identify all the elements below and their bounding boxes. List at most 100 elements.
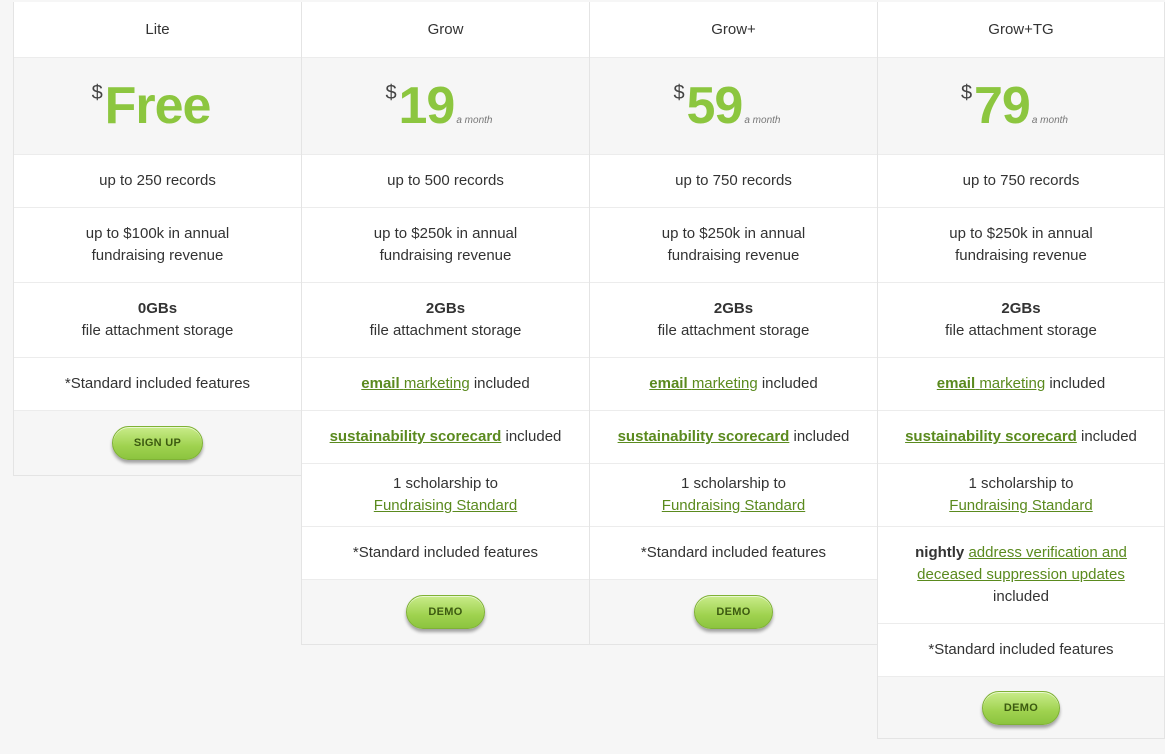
email-marketing: email marketing included	[878, 357, 1164, 410]
revenue-limit: up to $250k in annual fundraising revenu…	[590, 207, 877, 282]
price-amount: Free	[104, 77, 212, 135]
storage-amount: 2GBs	[1001, 300, 1041, 317]
scorecard-link[interactable]: sustainability scorecard	[905, 428, 1077, 445]
scorecard-link[interactable]: sustainability scorecard	[330, 428, 502, 445]
standard-features: *Standard included features	[14, 357, 301, 410]
revenue-line-1: up to $250k in annual	[949, 225, 1093, 242]
price-period: a month	[456, 115, 493, 126]
plan-column-lite: Lite $ Free up to 250 records up to $100…	[13, 2, 302, 476]
demo-button[interactable]: DEMO	[981, 690, 1061, 725]
standard-features: *Standard included features	[590, 526, 877, 579]
currency-symbol: $	[91, 82, 103, 104]
demo-button[interactable]: DEMO	[694, 595, 773, 629]
plan-price: $ Free	[14, 57, 301, 154]
plan-name: Lite	[14, 2, 301, 57]
scholarship: 1 scholarship to Fundraising Standard	[302, 463, 589, 526]
storage-label: file attachment storage	[657, 322, 810, 339]
plan-footer: DEMO	[302, 579, 589, 644]
demo-button[interactable]: DEMO	[406, 595, 485, 629]
email-bold: email	[649, 375, 688, 392]
currency-symbol: $	[961, 82, 973, 104]
price-period: a month	[1031, 115, 1068, 126]
plan-price: $ 79 a month	[878, 57, 1164, 154]
price-amount: 19	[398, 77, 456, 135]
scholarship-text: 1 scholarship to	[392, 475, 499, 492]
storage-amount: 2GBs	[425, 300, 466, 317]
scholarship-text: 1 scholarship to	[968, 475, 1074, 492]
plan-price: $ 19 a month	[302, 57, 589, 154]
scorecard-link-text: sustainability scorecard	[905, 428, 1077, 445]
storage-amount: 2GBs	[713, 300, 754, 317]
nightly-bold: nightly	[915, 544, 965, 561]
sustainability-scorecard: sustainability scorecard included	[590, 410, 877, 463]
email-suffix: included	[469, 375, 530, 392]
storage: 2GBs file attachment storage	[302, 282, 589, 357]
storage: 2GBs file attachment storage	[590, 282, 877, 357]
email-suffix: included	[757, 375, 818, 392]
storage-amount: 0GBs	[137, 300, 178, 317]
revenue-line-2: fundraising revenue	[379, 247, 512, 264]
price-amount: 79	[974, 77, 1031, 135]
scorecard-link-text: sustainability scorecard	[617, 428, 790, 445]
records-limit: up to 250 records	[14, 154, 301, 207]
plan-name: Grow+TG	[878, 2, 1164, 57]
address-verification-link[interactable]: address verification and	[968, 544, 1126, 561]
plan-footer: SIGN UP	[14, 410, 301, 475]
email-marketing-link[interactable]: email marketing	[361, 375, 469, 392]
fundraising-standard-link[interactable]: Fundraising Standard	[949, 495, 1092, 517]
email-bold: email	[361, 375, 400, 392]
fundraising-standard-link[interactable]: Fundraising Standard	[662, 495, 805, 517]
email-marketing: email marketing included	[590, 357, 877, 410]
sustainability-scorecard: sustainability scorecard included	[878, 410, 1164, 463]
revenue-line-1: up to $250k in annual	[661, 225, 806, 242]
revenue-line-2: fundraising revenue	[955, 247, 1087, 264]
email-link-text: marketing	[403, 375, 470, 392]
revenue-line-2: fundraising revenue	[667, 247, 800, 264]
scorecard-suffix: included	[789, 428, 850, 445]
plan-price: $ 59 a month	[590, 57, 877, 154]
storage-label: file attachment storage	[945, 322, 1097, 339]
revenue-limit: up to $250k in annual fundraising revenu…	[302, 207, 589, 282]
storage: 2GBs file attachment storage	[878, 282, 1164, 357]
email-bold: email	[936, 375, 976, 392]
currency-symbol: $	[673, 82, 685, 104]
email-link-text: marketing	[691, 375, 758, 392]
scorecard-link-text: sustainability scorecard	[329, 428, 502, 445]
email-marketing-link[interactable]: email marketing	[649, 375, 757, 392]
plan-footer: DEMO	[590, 579, 877, 644]
plan-footer: DEMO	[878, 676, 1164, 738]
storage-label: file attachment storage	[81, 322, 234, 339]
revenue-limit: up to $100k in annual fundraising revenu…	[14, 207, 301, 282]
records-limit: up to 750 records	[878, 154, 1164, 207]
plan-name: Grow	[302, 2, 589, 57]
price-period: a month	[744, 115, 781, 126]
records-limit: up to 750 records	[590, 154, 877, 207]
fundraising-standard-link[interactable]: Fundraising Standard	[374, 495, 517, 517]
email-marketing-link[interactable]: email marketing	[937, 375, 1045, 392]
email-suffix: included	[1045, 375, 1106, 392]
records-limit: up to 500 records	[302, 154, 589, 207]
scorecard-link[interactable]: sustainability scorecard	[618, 428, 790, 445]
sign-up-button[interactable]: SIGN UP	[111, 426, 204, 460]
deceased-suppression-link[interactable]: deceased suppression updates	[917, 564, 1125, 586]
scorecard-suffix: included	[1076, 428, 1137, 445]
standard-features: *Standard included features	[878, 623, 1164, 676]
nightly-verification: nightly address verification and decease…	[878, 526, 1164, 623]
storage-label: file attachment storage	[369, 322, 522, 339]
plan-column-grow: Grow $ 19 a month up to 500 records up to…	[301, 2, 590, 645]
sustainability-scorecard: sustainability scorecard included	[302, 410, 589, 463]
revenue-line-1: up to $250k in annual	[373, 225, 518, 242]
scholarship-text: 1 scholarship to	[680, 475, 787, 492]
revenue-line-1: up to $100k in annual	[85, 225, 230, 242]
nightly-suffix: included	[993, 588, 1049, 605]
storage: 0GBs file attachment storage	[14, 282, 301, 357]
price-amount: 59	[686, 77, 744, 135]
plan-column-grow-plus-tg: Grow+TG $ 79 a month up to 750 records up…	[877, 2, 1165, 739]
scholarship: 1 scholarship to Fundraising Standard	[590, 463, 877, 526]
scholarship: 1 scholarship to Fundraising Standard	[878, 463, 1164, 526]
plan-name: Grow+	[590, 2, 877, 57]
plan-column-grow-plus: Grow+ $ 59 a month up to 750 records up t…	[589, 2, 878, 645]
email-link-text: marketing	[979, 375, 1046, 392]
revenue-line-2: fundraising revenue	[91, 247, 224, 264]
currency-symbol: $	[385, 82, 397, 104]
